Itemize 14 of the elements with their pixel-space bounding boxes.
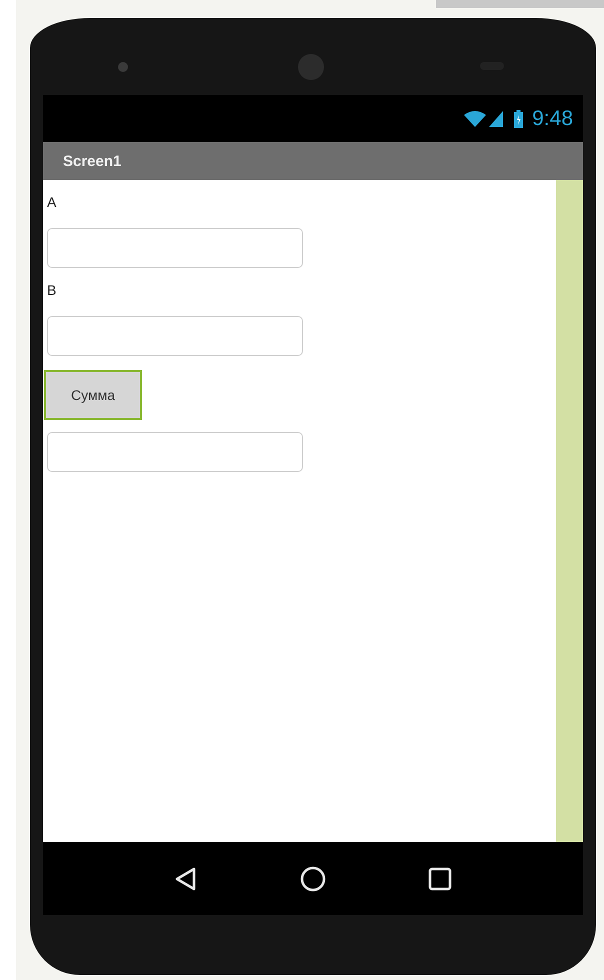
recents-icon[interactable] [426,866,453,892]
battery-icon [514,110,524,128]
screen-title: Screen1 [63,152,122,170]
text-field[interactable] [47,228,303,268]
sum-button[interactable]: Сумма [44,370,142,420]
signal-icon [489,110,504,126]
text-field[interactable] [47,316,303,356]
wifi-icon [464,110,486,126]
camera-icon [118,62,128,72]
home-icon[interactable] [300,866,326,892]
text-field[interactable] [47,432,303,472]
status-time: 9:48 [532,106,573,130]
label-text: B [47,282,56,298]
label-text: A [47,194,56,210]
